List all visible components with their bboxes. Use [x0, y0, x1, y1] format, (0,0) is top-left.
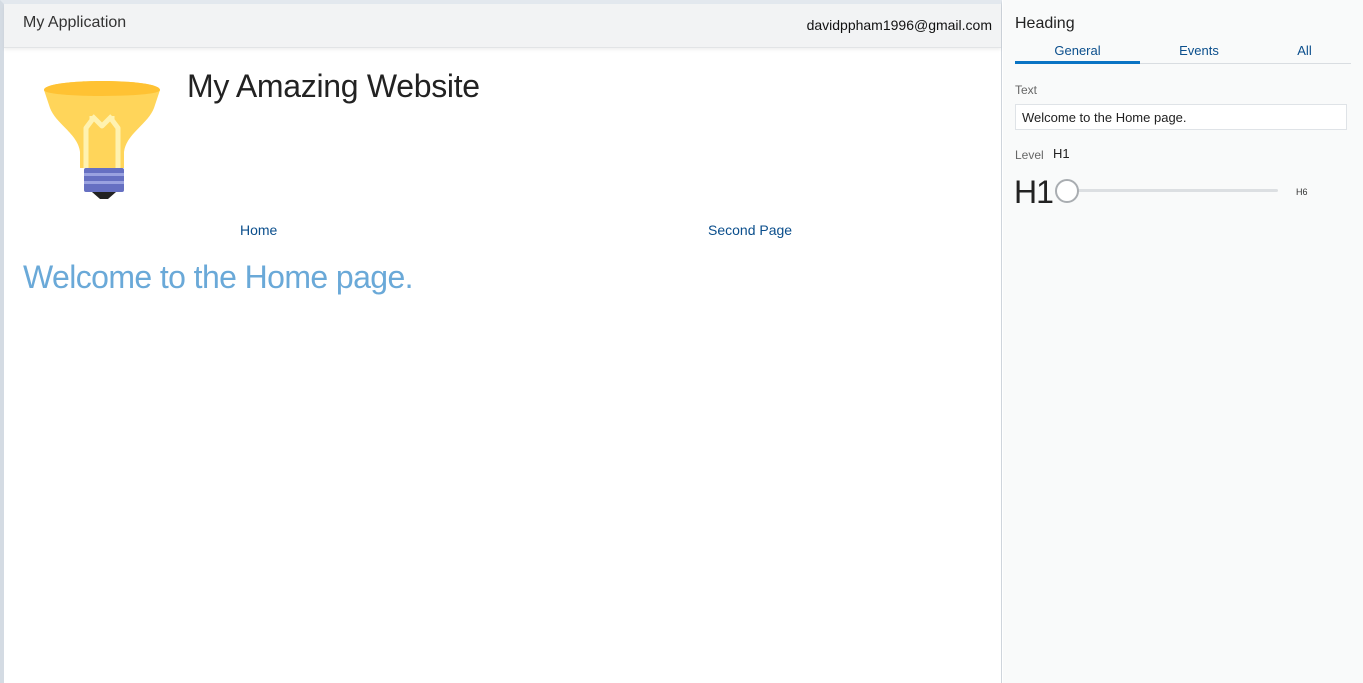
text-field-label: Text — [1015, 83, 1038, 97]
text-input[interactable] — [1015, 104, 1347, 130]
level-slider-thumb[interactable] — [1055, 179, 1079, 203]
panel-title: Heading — [1015, 15, 1075, 32]
designer-canvas: My Application davidppham1996@gmail.com … — [0, 0, 1002, 683]
properties-panel: Heading General Events All Text Level H1… — [1003, 0, 1363, 683]
nav-link-second-page[interactable]: Second Page — [708, 222, 792, 238]
app-header: My Application davidppham1996@gmail.com — [4, 4, 1001, 48]
lightbulb-icon — [44, 81, 160, 199]
level-label: Level — [1015, 148, 1044, 162]
site-title: My Amazing Website — [187, 68, 480, 104]
tab-events[interactable]: Events — [1140, 42, 1258, 64]
panel-tabs: General Events All — [1015, 42, 1351, 64]
level-value: H1 — [1053, 146, 1070, 161]
nav-link-home[interactable]: Home — [240, 222, 277, 238]
level-min-label: H1 — [1014, 174, 1054, 210]
tab-all[interactable]: All — [1258, 42, 1351, 64]
page-heading[interactable]: Welcome to the Home page. — [23, 259, 414, 296]
tab-general[interactable]: General — [1015, 42, 1140, 64]
level-max-label: H6 — [1296, 187, 1308, 197]
level-slider-track[interactable] — [1065, 189, 1278, 192]
user-email[interactable]: davidppham1996@gmail.com — [807, 17, 992, 33]
app-title: My Application — [23, 14, 127, 31]
